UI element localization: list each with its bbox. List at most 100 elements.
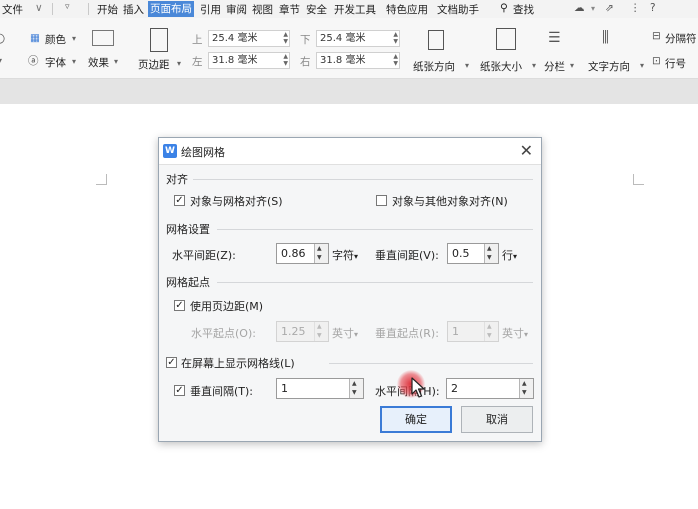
tab-developer[interactable]: 开发工具 [334, 2, 376, 17]
h-spacing-label: 水平间距(Z): [172, 249, 236, 262]
h-interval-stepper[interactable]: ▲ ▼ [519, 379, 533, 398]
font-theme-icon[interactable]: ⓐ [28, 53, 39, 68]
v-interval-stepper[interactable]: ▲ ▼ [349, 379, 363, 398]
text-direction-button[interactable]: 文字方向 [588, 59, 630, 74]
stepper-up-icon[interactable]: ▲ [522, 381, 527, 387]
h-origin-label: 水平起点(O): [191, 327, 256, 340]
effect-button[interactable]: 效果 [88, 55, 109, 70]
chevron-down-icon[interactable]: ▾ [591, 4, 595, 13]
use-margin-checkbox[interactable]: ✓ [174, 300, 185, 311]
left-margin-input[interactable]: 31.8 毫米 ▲ ▼ [208, 52, 290, 69]
bottom-margin-input[interactable]: 25.4 毫米 ▲ ▼ [316, 30, 400, 47]
tab-page-layout[interactable]: 页面布局 [148, 1, 194, 17]
stepper-down-icon[interactable]: ▼ [522, 390, 527, 396]
close-icon[interactable]: ✕ [520, 141, 533, 160]
ok-button[interactable]: 确定 [380, 406, 452, 433]
effect-icon[interactable] [92, 30, 114, 46]
v-spacing-stepper[interactable]: ▲ ▼ [484, 244, 498, 263]
draw-grid-dialog: W 绘图网格 ✕ 对齐 ✓ 对象与网格对齐(S) 对象与其他对象对齐(N) 网格… [158, 137, 542, 442]
palette-icon[interactable]: ▦ [30, 32, 40, 44]
separator-icon[interactable]: ⊟ [652, 30, 661, 42]
margin-icon[interactable] [150, 28, 168, 52]
snap-to-objects-label[interactable]: 对象与其他对象对齐(N) [392, 193, 508, 209]
stepper-down-icon: ▼ [317, 332, 322, 339]
show-grid-label[interactable]: 在屏幕上显示网格线(L) [181, 355, 295, 371]
tab-chapter[interactable]: 章节 [279, 2, 300, 17]
divider [52, 3, 53, 15]
h-spacing-input[interactable]: 0.86 ▲ ▼ [276, 243, 329, 264]
tab-doc-assistant[interactable]: 文档助手 [437, 2, 479, 17]
text-direction-icon[interactable]: ⫼ [602, 28, 609, 46]
tab-security[interactable]: 安全 [306, 2, 327, 17]
line-number-icon[interactable]: ⊡ [652, 55, 661, 67]
chevron-down-icon[interactable]: ▾ [640, 61, 644, 70]
h-interval-value: 2 [451, 382, 458, 395]
orientation-button[interactable]: 纸张方向 [413, 59, 455, 74]
columns-button[interactable]: 分栏 [544, 59, 565, 74]
cloud-sync-icon[interactable]: ☁ [574, 2, 585, 14]
orientation-icon[interactable] [428, 30, 444, 50]
font-button[interactable]: 字体 [45, 55, 66, 70]
spin-arrows-icon[interactable]: ▲ ▼ [393, 53, 398, 67]
stepper-down-icon[interactable]: ▼ [352, 390, 357, 396]
stepper-up-icon[interactable]: ▲ [487, 246, 492, 252]
more-icon[interactable]: ⋮ [630, 2, 641, 14]
spin-arrows-icon[interactable]: ▲ ▼ [283, 31, 288, 45]
share-icon[interactable]: ⇗ [605, 2, 614, 14]
stepper-down-icon[interactable]: ▼ [487, 255, 492, 261]
help-icon[interactable]: ? [650, 2, 656, 14]
tab-review[interactable]: 审阅 [226, 2, 247, 17]
tab-view[interactable]: 视图 [252, 2, 273, 17]
snap-to-grid-checkbox[interactable]: ✓ [174, 195, 185, 206]
snap-to-objects-checkbox[interactable] [376, 195, 387, 206]
stepper-up-icon[interactable]: ▲ [352, 381, 357, 387]
line-number-button[interactable]: 行号 [665, 56, 686, 71]
search-label[interactable]: 查找 [513, 2, 534, 17]
columns-icon[interactable]: ☰ [548, 30, 561, 46]
file-menu[interactable]: 文件 [2, 2, 23, 17]
h-spacing-unit[interactable]: 字符▾ [332, 247, 358, 263]
v-interval-input[interactable]: 1 ▲ ▼ [276, 378, 364, 399]
chevron-down-icon[interactable]: ▾ [570, 61, 574, 70]
chevron-down-icon[interactable]: ▾ [0, 56, 2, 65]
chevron-down-icon[interactable]: ▾ [532, 61, 536, 70]
spin-arrows-icon[interactable]: ▲ ▼ [283, 53, 288, 67]
show-grid-checkbox[interactable]: ✓ [166, 357, 177, 368]
spin-arrows-icon[interactable]: ▲ ▼ [393, 31, 398, 45]
use-margin-label[interactable]: 使用页边距(M) [190, 298, 263, 314]
chevron-down-icon[interactable]: ▾ [72, 57, 76, 66]
chevron-down-icon[interactable]: ▾ [177, 59, 181, 68]
tab-insert[interactable]: 插入 [123, 2, 144, 17]
color-button[interactable]: 颜色 [45, 32, 66, 47]
paper-size-button[interactable]: 纸张大小 [480, 59, 522, 74]
chevron-down-icon[interactable]: ∨ [35, 2, 43, 14]
margin-button[interactable]: 页边距 [138, 57, 170, 72]
theme-icon[interactable]: ◐ [0, 31, 5, 46]
v-spacing-input[interactable]: 0.5 ▲ ▼ [447, 243, 499, 264]
search-icon[interactable]: ⚲ [500, 2, 508, 14]
v-spacing-unit[interactable]: 行▾ [502, 247, 517, 263]
top-margin-input[interactable]: 25.4 毫米 ▲ ▼ [208, 30, 290, 47]
chevron-down-icon[interactable]: ▾ [465, 61, 469, 70]
tab-references[interactable]: 引用 [200, 2, 221, 17]
right-margin-input[interactable]: 31.8 毫米 ▲ ▼ [316, 52, 400, 69]
paper-size-icon[interactable] [496, 28, 516, 50]
h-interval-input[interactable]: 2 ▲ ▼ [446, 378, 534, 399]
v-interval-checkbox[interactable]: ✓ [174, 385, 185, 396]
v-spacing-label: 垂直间距(V): [375, 249, 439, 262]
chevron-down-icon[interactable]: ▾ [72, 34, 76, 43]
separator-button[interactable]: 分隔符 [665, 31, 697, 46]
mouse-cursor-icon [411, 377, 425, 398]
stepper-down-icon[interactable]: ▼ [317, 255, 322, 261]
chevron-down-icon[interactable]: ▾ [114, 57, 118, 66]
stepper-up-icon[interactable]: ▲ [317, 246, 322, 252]
tab-start[interactable]: 开始 [97, 2, 118, 17]
v-interval-label[interactable]: 垂直间隔(T): [190, 383, 253, 399]
dialog-titlebar[interactable]: W 绘图网格 ✕ [159, 138, 541, 165]
tab-features[interactable]: 特色应用 [386, 2, 428, 17]
snap-to-grid-label[interactable]: 对象与网格对齐(S) [190, 193, 283, 209]
quick-access-dropdown-icon[interactable]: ▿ [65, 2, 70, 12]
top-margin-value: 25.4 毫米 [212, 33, 258, 44]
h-spacing-stepper[interactable]: ▲ ▼ [314, 244, 328, 263]
cancel-button[interactable]: 取消 [461, 406, 533, 433]
